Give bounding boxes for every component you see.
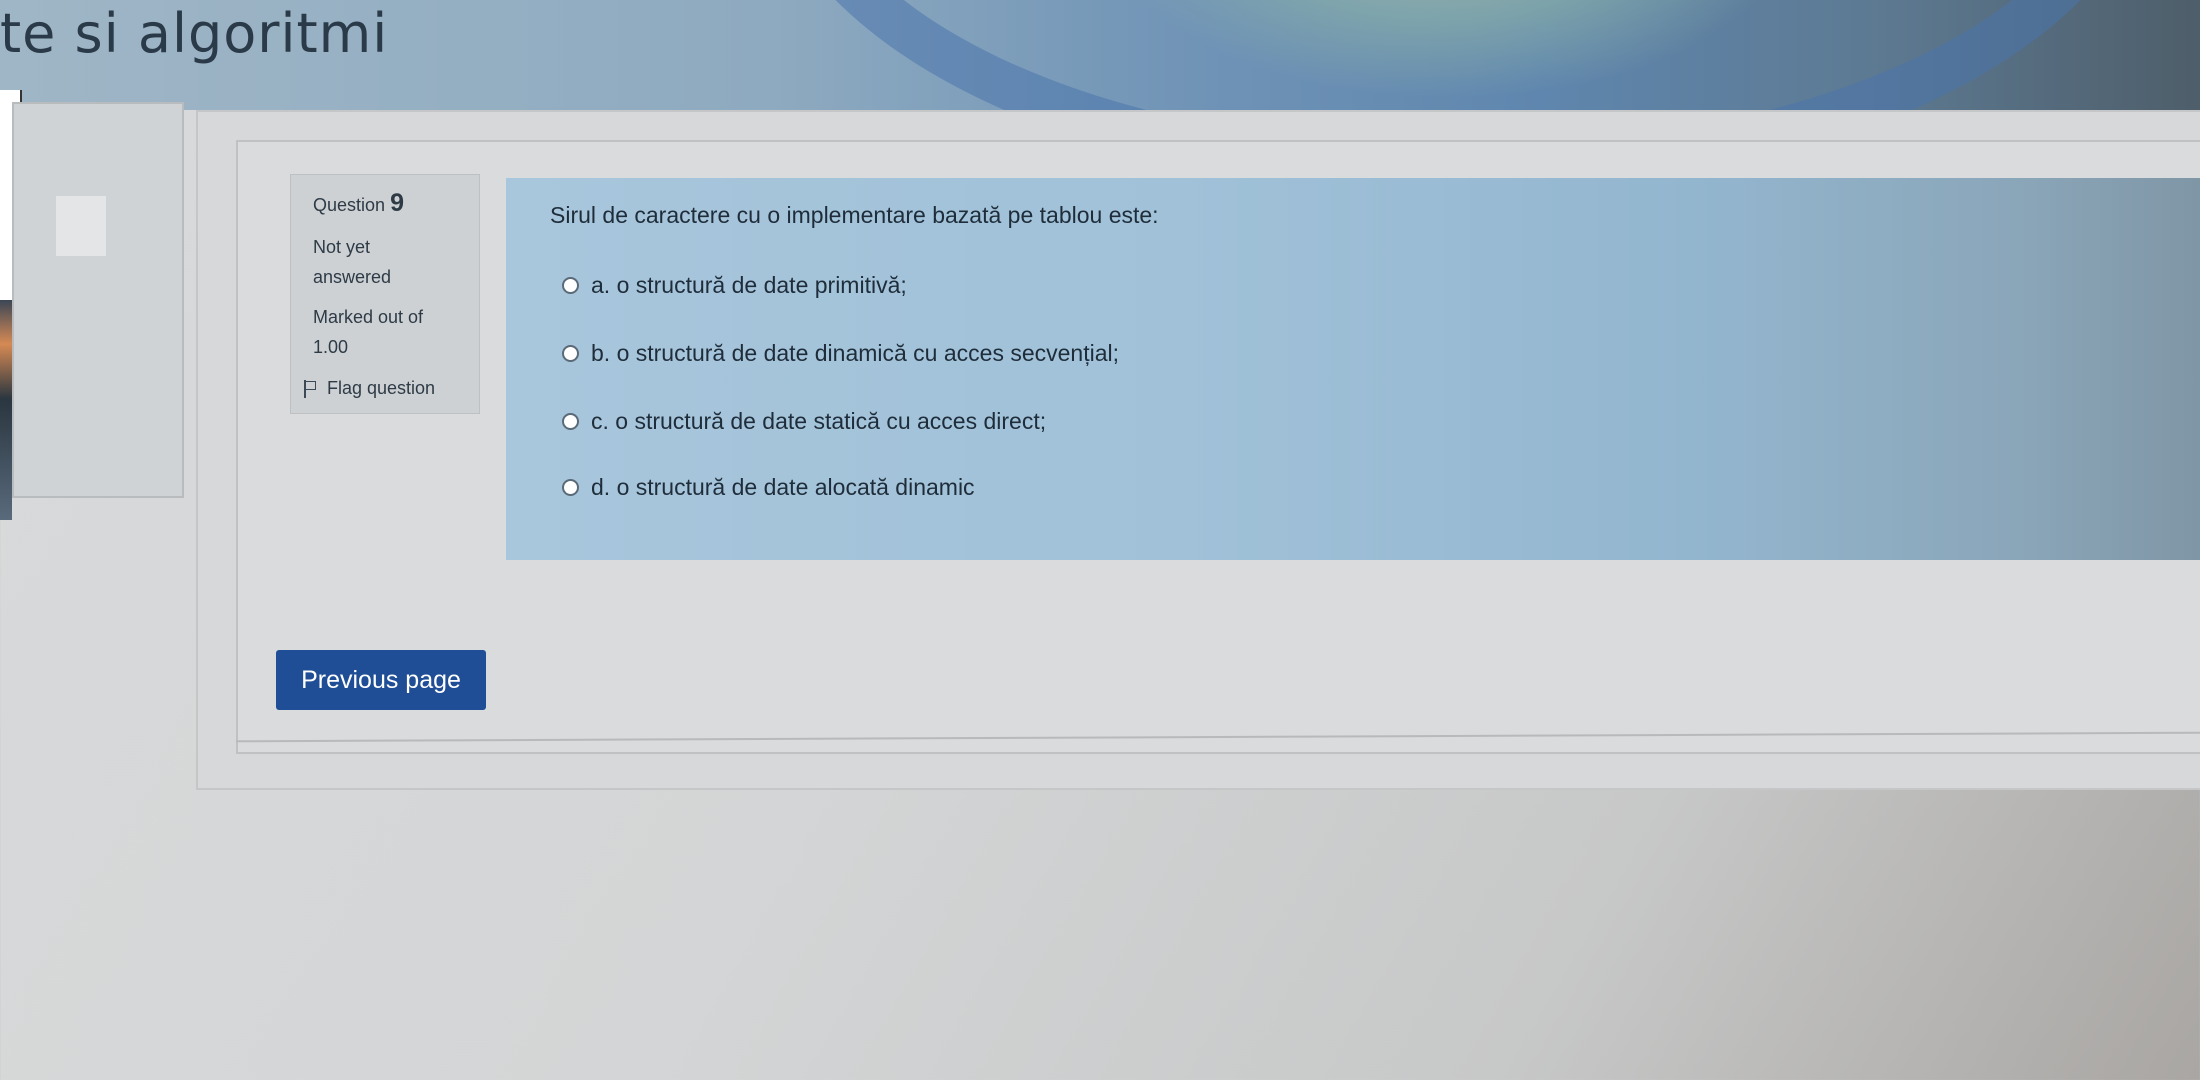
answer-option-a[interactable]: a. o structură de date primitivă; [562, 272, 907, 299]
course-title: te si algoritmi [0, 2, 389, 65]
flag-icon [303, 379, 317, 398]
nav-block [56, 196, 106, 256]
flag-question-label: Flag question [327, 378, 436, 398]
question-number: Question 9 [313, 189, 469, 218]
answer-option-d[interactable]: d. o structură de date alocată dinamic [562, 474, 975, 501]
answer-option-b[interactable]: b. o structură de date dinamică cu acces… [562, 340, 1119, 367]
answer-option-c[interactable]: c. o structură de date statică cu acces … [562, 408, 1046, 435]
question-label: Question [313, 195, 386, 215]
radio-button[interactable] [562, 277, 579, 294]
left-edge-image [0, 300, 12, 520]
answer-label: a. o structură de date primitivă; [591, 272, 907, 298]
question-text: Sirul de caractere cu o implementare baz… [550, 202, 1159, 228]
question-content-box: Sirul de caractere cu o implementare baz… [506, 178, 2200, 560]
course-banner: te si algoritmi [0, 0, 2200, 110]
question-grade: Marked out of 1.00 [313, 307, 424, 357]
quiz-navigation-panel [12, 102, 184, 498]
flag-question-link[interactable]: Flag question [303, 378, 469, 399]
radio-button[interactable] [562, 345, 579, 362]
question-info-box: Question 9 Not yet answered Marked out o… [290, 174, 480, 414]
answer-label: b. o structură de date dinamică cu acces… [591, 340, 1120, 366]
radio-button[interactable] [562, 413, 579, 430]
previous-page-button[interactable]: Previous page [276, 650, 486, 710]
radio-button[interactable] [562, 479, 579, 496]
answer-label: c. o structură de date statică cu acces … [591, 408, 1047, 434]
answer-label: d. o structură de date alocată dinamic [591, 474, 975, 500]
question-number-value: 9 [390, 189, 404, 217]
question-state: Not yet answered [313, 237, 392, 287]
